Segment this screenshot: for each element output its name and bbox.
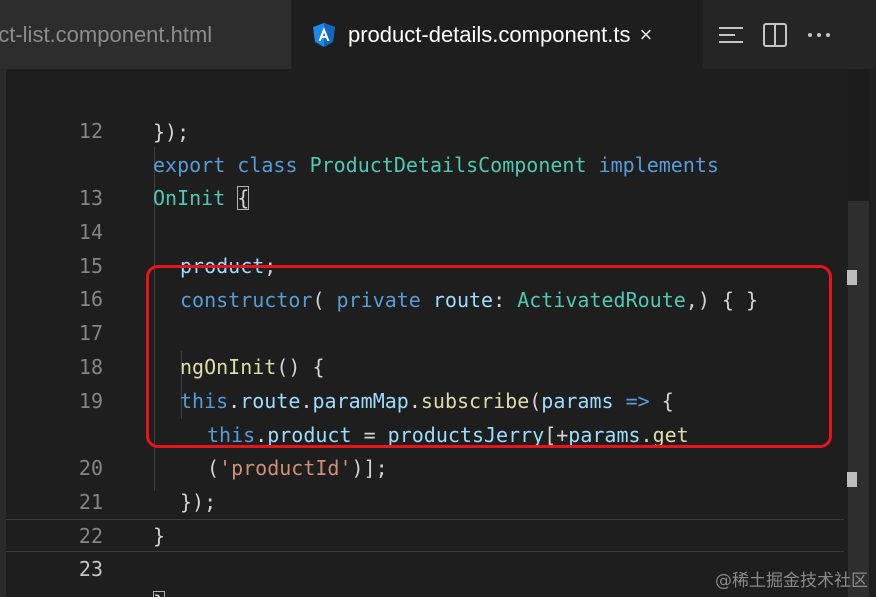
code-text: ('productId')]; bbox=[207, 456, 388, 480]
close-icon[interactable]: × bbox=[640, 22, 653, 48]
code-text: }); bbox=[180, 490, 217, 514]
code-line-wrap: OnInit { bbox=[0, 113, 250, 210]
code-text: OnInit { bbox=[153, 186, 250, 210]
tab-product-list-html[interactable]: uct-list.component.html bbox=[0, 0, 292, 69]
code-line: 20 }); bbox=[0, 417, 216, 514]
code-text: } bbox=[153, 586, 166, 597]
tab-label: uct-list.component.html bbox=[0, 21, 213, 47]
tab-label: product-details.component.ts bbox=[348, 21, 631, 47]
watermark: @稀土掘金技术社区 bbox=[715, 571, 868, 591]
code-line-active: 23 } bbox=[0, 518, 166, 597]
scrollbar-thumb[interactable] bbox=[848, 69, 869, 201]
highlight-box bbox=[146, 265, 832, 448]
tab-bar: uct-list.component.html product-details.… bbox=[0, 0, 876, 69]
overview-ruler-mark bbox=[847, 270, 857, 285]
split-horizontal-icon[interactable] bbox=[717, 21, 745, 49]
code-line: 17 ngOnInit() { bbox=[0, 282, 325, 379]
code-text: export class ProductDetailsComponent imp… bbox=[153, 153, 719, 177]
angular-icon bbox=[313, 22, 335, 47]
code-text: } bbox=[153, 524, 166, 548]
line-number: 23 bbox=[78, 557, 103, 581]
code-line: 16 bbox=[0, 248, 103, 311]
code-line: 21 } bbox=[0, 451, 165, 548]
code-line: 22 bbox=[0, 485, 103, 548]
code-line: 19 this.product = productsJerry[+params.… bbox=[0, 350, 689, 447]
code-line: 18 this.route.paramMap.subscribe(params … bbox=[0, 316, 674, 413]
current-line-highlight bbox=[6, 519, 844, 552]
code-line-wrap: ('productId')]; bbox=[0, 383, 388, 480]
code-line: 14 product; bbox=[0, 181, 276, 278]
vertical-scrollbar[interactable] bbox=[844, 69, 876, 597]
code-line: 15 constructor( private route: Activated… bbox=[0, 215, 758, 312]
code-text: }); bbox=[153, 120, 190, 144]
editor-actions bbox=[703, 0, 876, 69]
overview-ruler-mark bbox=[847, 472, 857, 487]
code-line: 13 bbox=[0, 147, 103, 210]
code-line: 12 export class ProductDetailsComponent … bbox=[0, 80, 719, 177]
more-icon[interactable] bbox=[805, 21, 833, 49]
code-editor[interactable]: }); 12 export class ProductDetailsCompon… bbox=[0, 69, 876, 597]
tab-product-details-ts[interactable]: product-details.component.ts × bbox=[292, 0, 703, 69]
split-editor-icon[interactable] bbox=[761, 21, 789, 49]
